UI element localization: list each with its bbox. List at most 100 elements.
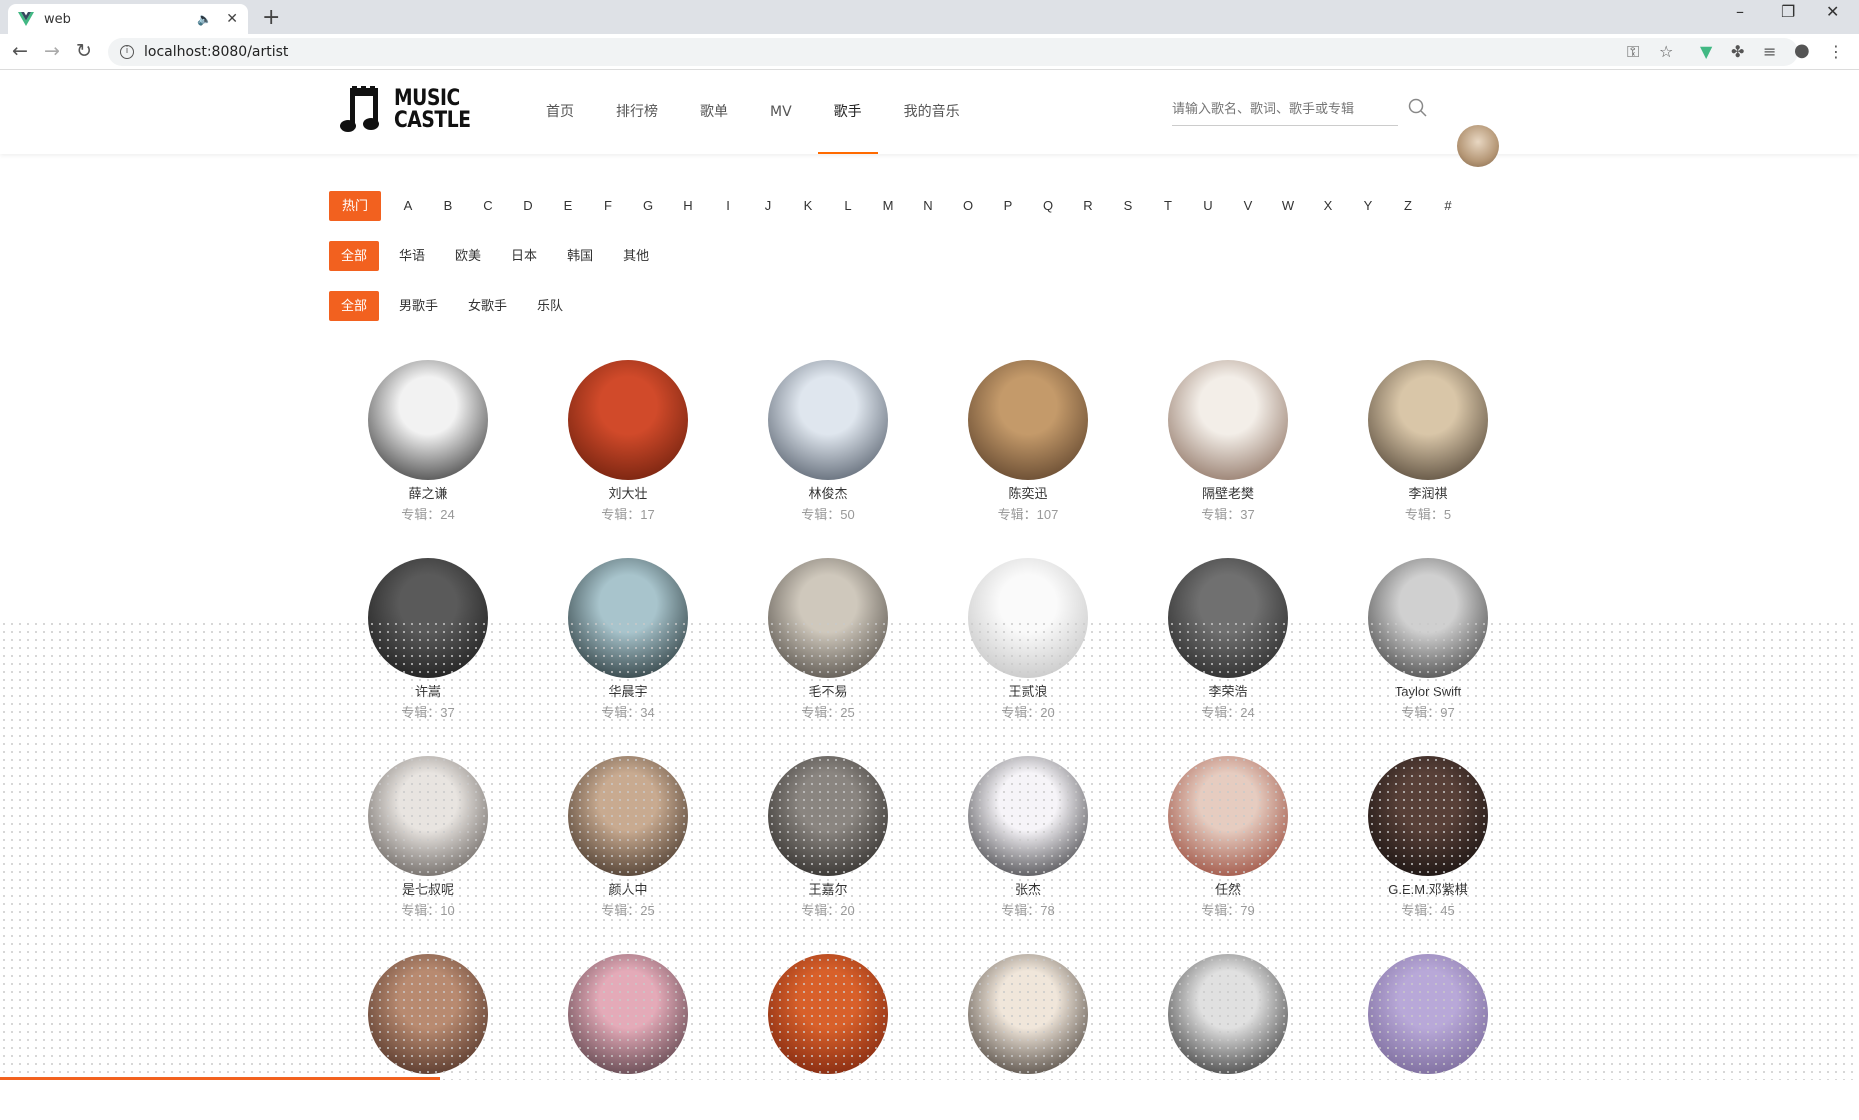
letter-filter-item-11[interactable]: K — [793, 191, 823, 221]
nav-charts[interactable]: 排行榜 — [600, 70, 674, 154]
artist-portrait[interactable] — [368, 954, 488, 1074]
letter-filter-item-22[interactable]: V — [1233, 191, 1263, 221]
user-avatar[interactable] — [1457, 125, 1499, 167]
letter-filter-item-9[interactable]: I — [713, 191, 743, 221]
artist-name[interactable]: G.E.M.邓紫棋 — [1368, 880, 1488, 900]
letter-filter-item-7[interactable]: G — [633, 191, 663, 221]
letter-filter-item-27[interactable]: # — [1433, 191, 1463, 221]
letter-filter-item-23[interactable]: W — [1273, 191, 1303, 221]
artist-card[interactable]: 任然 专辑：79 — [1168, 756, 1288, 922]
key-icon[interactable]: ⚿ — [1627, 42, 1639, 62]
bookmark-star-icon[interactable]: ☆ — [1659, 42, 1673, 61]
letter-filter-item-19[interactable]: S — [1113, 191, 1143, 221]
artist-portrait[interactable] — [568, 558, 688, 678]
letter-filter-item-25[interactable]: Y — [1353, 191, 1383, 221]
new-tab-icon[interactable]: + — [262, 5, 280, 30]
artist-card[interactable] — [368, 954, 488, 1120]
browser-tab[interactable]: web 🔈 ✕ — [8, 4, 248, 34]
search-input[interactable] — [1172, 101, 1372, 116]
artist-name[interactable]: 李润祺 — [1368, 484, 1488, 504]
forward-icon[interactable]: → — [44, 40, 60, 62]
artist-portrait[interactable] — [1168, 558, 1288, 678]
artist-card[interactable]: 陈奕迅 专辑：107 — [968, 360, 1088, 526]
artist-card[interactable] — [1168, 954, 1288, 1120]
letter-filter-item-24[interactable]: X — [1313, 191, 1343, 221]
profile-icon[interactable]: ● — [1794, 40, 1810, 61]
artist-name[interactable] — [1368, 1078, 1488, 1098]
artist-portrait[interactable] — [1368, 954, 1488, 1074]
artist-name[interactable] — [1168, 1078, 1288, 1098]
artist-card[interactable]: 毛不易 专辑：25 — [768, 558, 888, 724]
letter-filter-item-17[interactable]: Q — [1033, 191, 1063, 221]
artist-portrait[interactable] — [1368, 756, 1488, 876]
artist-name[interactable]: 刘大壮 — [568, 484, 688, 504]
artist-portrait[interactable] — [368, 360, 488, 480]
letter-filter-item-4[interactable]: D — [513, 191, 543, 221]
tab-close-icon[interactable]: ✕ — [226, 11, 238, 27]
letter-filter-item-5[interactable]: E — [553, 191, 583, 221]
letter-filter-item-26[interactable]: Z — [1393, 191, 1423, 221]
search-icon[interactable] — [1408, 98, 1428, 118]
artist-card[interactable]: 林俊杰 专辑：50 — [768, 360, 888, 526]
artist-name[interactable] — [568, 1078, 688, 1098]
letter-filter-item-12[interactable]: L — [833, 191, 863, 221]
artist-card[interactable]: 华晨宇 专辑：34 — [568, 558, 688, 724]
artist-portrait[interactable] — [968, 558, 1088, 678]
artist-name[interactable]: 隔壁老樊 — [1168, 484, 1288, 504]
artist-name[interactable]: 王贰浪 — [968, 682, 1088, 702]
reload-icon[interactable]: ↻ — [76, 40, 92, 62]
letter-filter-item-20[interactable]: T — [1153, 191, 1183, 221]
artist-portrait[interactable] — [768, 558, 888, 678]
artist-card[interactable]: 是七叔呢 专辑：10 — [368, 756, 488, 922]
artist-name[interactable]: 张杰 — [968, 880, 1088, 900]
letter-filter-item-18[interactable]: R — [1073, 191, 1103, 221]
artist-name[interactable]: Taylor Swift — [1368, 682, 1488, 702]
minimize-icon[interactable]: – — [1736, 2, 1744, 21]
letter-filter-item-6[interactable]: F — [593, 191, 623, 221]
artist-name[interactable]: 薛之谦 — [368, 484, 488, 504]
artist-card[interactable]: 薛之谦 专辑：24 — [368, 360, 488, 526]
type-filter-item-1[interactable]: 男歌手 — [389, 291, 448, 321]
artist-name[interactable]: 任然 — [1168, 880, 1288, 900]
artist-name[interactable] — [968, 1078, 1088, 1098]
artist-portrait[interactable] — [368, 756, 488, 876]
letter-filter-item-14[interactable]: N — [913, 191, 943, 221]
media-icon[interactable]: ≡ — [1763, 42, 1776, 61]
artist-name[interactable]: 李荣浩 — [1168, 682, 1288, 702]
artist-portrait[interactable] — [1368, 360, 1488, 480]
url-field[interactable]: i localhost:8080/artist — [108, 38, 1798, 66]
artist-name[interactable]: 是七叔呢 — [368, 880, 488, 900]
type-filter-item-2[interactable]: 女歌手 — [458, 291, 517, 321]
letter-filter-item-8[interactable]: H — [673, 191, 703, 221]
window-close-icon[interactable]: ✕ — [1826, 2, 1839, 21]
artist-card[interactable]: 李润祺 专辑：5 — [1368, 360, 1488, 526]
artist-card[interactable] — [568, 954, 688, 1120]
letter-filter-item-15[interactable]: O — [953, 191, 983, 221]
artist-card[interactable]: 王贰浪 专辑：20 — [968, 558, 1088, 724]
artist-portrait[interactable] — [1368, 558, 1488, 678]
artist-name[interactable]: 林俊杰 — [768, 484, 888, 504]
artist-portrait[interactable] — [568, 360, 688, 480]
artist-card[interactable]: Taylor Swift 专辑：97 — [1368, 558, 1488, 724]
letter-filter-item-16[interactable]: P — [993, 191, 1023, 221]
artist-card[interactable]: 刘大壮 专辑：17 — [568, 360, 688, 526]
artist-portrait[interactable] — [968, 756, 1088, 876]
letter-filter-item-2[interactable]: B — [433, 191, 463, 221]
artist-card[interactable]: 许嵩 专辑：37 — [368, 558, 488, 724]
letter-filter-item-21[interactable]: U — [1193, 191, 1223, 221]
artist-portrait[interactable] — [368, 558, 488, 678]
nav-my-music[interactable]: 我的音乐 — [888, 70, 976, 154]
artist-portrait[interactable] — [568, 756, 688, 876]
region-filter-item-4[interactable]: 韩国 — [557, 241, 603, 271]
site-info-icon[interactable]: i — [120, 45, 134, 59]
vue-devtools-icon[interactable]: ▼ — [1700, 42, 1712, 61]
artist-name[interactable]: 许嵩 — [368, 682, 488, 702]
artist-name[interactable]: 毛不易 — [768, 682, 888, 702]
logo[interactable]: MUSIC CASTLE — [340, 86, 484, 134]
artist-name[interactable] — [368, 1078, 488, 1098]
letter-filter-item-0[interactable]: 热门 — [329, 191, 381, 221]
artist-card[interactable]: 颜人中 专辑：25 — [568, 756, 688, 922]
artist-portrait[interactable] — [768, 756, 888, 876]
artist-portrait[interactable] — [1168, 756, 1288, 876]
artist-card[interactable] — [768, 954, 888, 1120]
